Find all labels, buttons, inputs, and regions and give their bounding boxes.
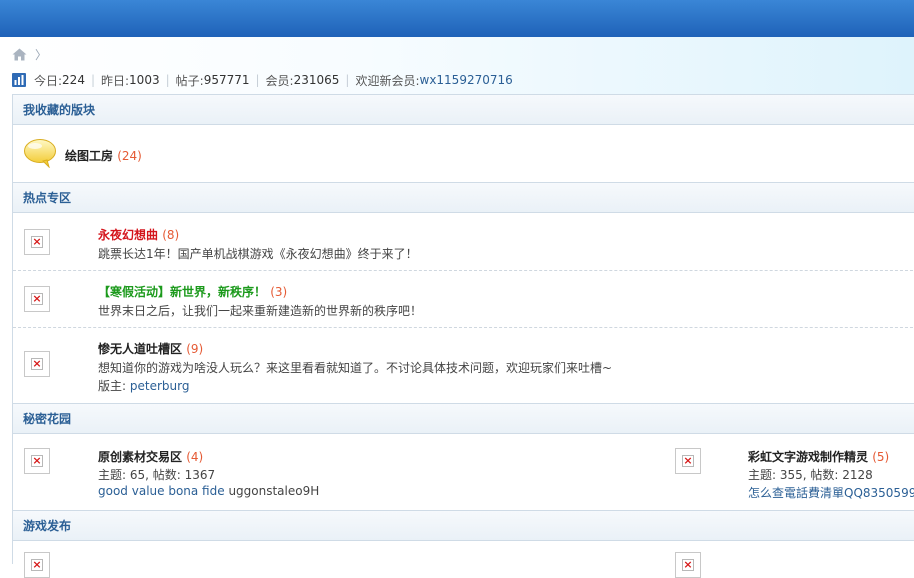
stats-chart-icon[interactable] <box>12 73 26 87</box>
last-post: good value bona fide uggonstaleo9H <box>98 484 319 498</box>
posts-label: 帖子: <box>175 73 204 88</box>
forum-list: 我收藏的版块 绘图工房 (24) 热点专区 × 永夜幻想曲 (8) 跳票长达1年… <box>12 94 914 578</box>
forum-count: (24) <box>117 149 142 163</box>
moderator-line: 版主: peterburg <box>98 377 189 394</box>
yesterday-count: 1003 <box>129 73 160 87</box>
stats-separator: | <box>345 73 350 87</box>
forum-title[interactable]: 【寒假活动】新世界，新秩序！ <box>98 285 266 299</box>
forum-count: (5) <box>872 450 890 464</box>
last-post-link[interactable]: good value bona fide <box>98 484 225 498</box>
forum-topics: 主题: 355, 帖数: 2128 <box>748 468 873 482</box>
moderator-label: 版主: <box>98 379 130 393</box>
members-label: 会员: <box>265 73 294 88</box>
forum-row: × 惨无人道吐槽区 (9) 想知道你的游戏为啥没人玩么？来这里看看就知道了。不讨… <box>13 328 914 403</box>
speech-bubble-icon[interactable] <box>23 138 57 168</box>
broken-image-icon[interactable]: × <box>675 448 701 474</box>
yesterday-label: 昨日: <box>101 73 130 88</box>
forum-description: 世界末日之后，让我们一起来重新建造新的世界新的秩序吧！ <box>98 304 423 318</box>
broken-image-icon[interactable]: × <box>675 552 701 578</box>
forum-description: 跳票长达1年！国产单机战棋游戏《永夜幻想曲》终于来了！ <box>98 247 418 261</box>
forum-topics: 主题: 65, 帖数: 1367 <box>98 468 216 482</box>
forum-count: (9) <box>186 342 204 356</box>
moderator-link[interactable]: peterburg <box>130 379 190 393</box>
forum-row: × × <box>13 542 914 578</box>
forum-count: (8) <box>162 228 180 242</box>
stats-separator: | <box>90 73 95 87</box>
broken-image-icon[interactable]: × <box>24 552 50 578</box>
section-header-secret[interactable]: 秘密花园 <box>13 403 914 434</box>
section-header-favorites[interactable]: 我收藏的版块 <box>13 94 914 125</box>
home-icon[interactable] <box>12 48 27 61</box>
last-post-link[interactable]: 怎么查電話費清單QQ83505990 <box>748 484 914 501</box>
broken-image-icon[interactable]: × <box>24 229 50 255</box>
forum-title[interactable]: 彩虹文字游戏制作精灵 <box>748 450 868 464</box>
forum-count: (4) <box>186 450 204 464</box>
broken-image-icon[interactable]: × <box>24 351 50 377</box>
forum-title[interactable]: 绘图工房 <box>65 149 113 163</box>
members-count: 231065 <box>293 73 340 87</box>
breadcrumb-separator: 〉 <box>35 47 48 62</box>
broken-image-icon[interactable]: × <box>24 448 50 474</box>
forum-row: × 永夜幻想曲 (8) 跳票长达1年！国产单机战棋游戏《永夜幻想曲》终于来了！ <box>13 214 914 271</box>
stats-separator: | <box>255 73 260 87</box>
today-label: 今日: <box>34 73 63 88</box>
broken-image-icon[interactable]: × <box>24 286 50 312</box>
section-header-hot[interactable]: 热点专区 <box>13 182 914 213</box>
posts-count: 957771 <box>203 73 250 87</box>
forum-name[interactable]: 永夜幻想曲 (8) <box>98 226 179 243</box>
forum-title[interactable]: 永夜幻想曲 <box>98 228 158 242</box>
forum-name[interactable]: 原创素材交易区 (4) <box>98 448 203 465</box>
forum-row: × 原创素材交易区 (4) 主题: 65, 帖数: 1367 good valu… <box>13 435 914 510</box>
last-post-user[interactable]: uggonstaleo9H <box>225 484 319 498</box>
section-header-release[interactable]: 游戏发布 <box>13 510 914 541</box>
forum-name[interactable]: 绘图工房 (24) <box>65 147 142 164</box>
forum-count: (3) <box>270 285 288 299</box>
forum-stats: 今日: 224 | 昨日: 1003 | 帖子: 957771 | 会员: 23… <box>12 70 513 90</box>
forum-title[interactable]: 原创素材交易区 <box>98 450 182 464</box>
forum-name[interactable]: 彩虹文字游戏制作精灵 (5) <box>748 448 889 465</box>
top-banner <box>0 0 914 37</box>
newest-member-label: 欢迎新会员: <box>355 73 420 88</box>
newest-member-link[interactable]: wx1159270716 <box>420 73 513 87</box>
breadcrumb: 〉 <box>12 44 47 64</box>
forum-description: 想知道你的游戏为啥没人玩么？来这里看看就知道了。不讨论具体技术问题，欢迎玩家们来… <box>98 361 613 375</box>
forum-name[interactable]: 【寒假活动】新世界，新秩序！ (3) <box>98 283 287 300</box>
forum-row: × 【寒假活动】新世界，新秩序！ (3) 世界末日之后，让我们一起来重新建造新的… <box>13 271 914 328</box>
stats-separator: | <box>165 73 170 87</box>
today-count: 224 <box>62 73 85 87</box>
forum-title[interactable]: 惨无人道吐槽区 <box>98 342 182 356</box>
forum-name[interactable]: 惨无人道吐槽区 (9) <box>98 340 203 357</box>
favorite-forum-row: 绘图工房 (24) <box>13 125 914 182</box>
